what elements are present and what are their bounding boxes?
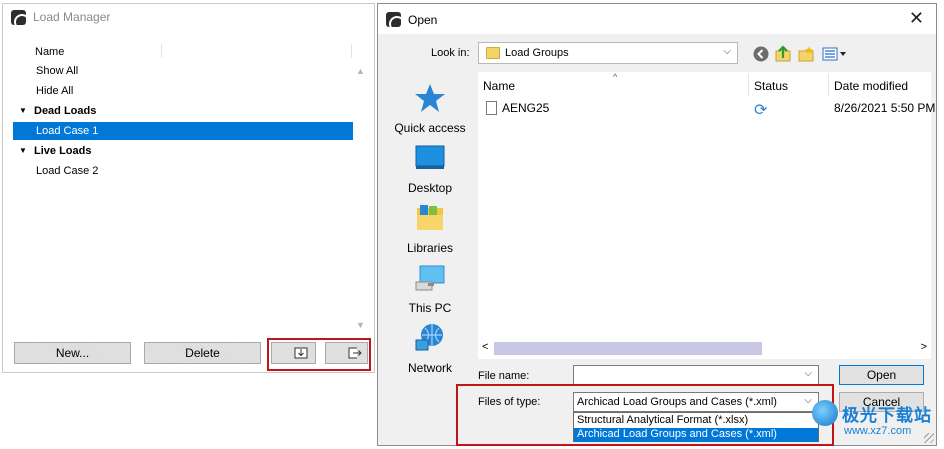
network-icon: [415, 324, 443, 351]
place-label: Quick access: [394, 121, 466, 135]
scroll-up-arrow-icon[interactable]: ▲: [356, 66, 365, 76]
tree-item-label: Hide All: [36, 85, 74, 97]
tree-item-label: Load Case 1: [36, 125, 99, 137]
highlight-box-import-export: [267, 338, 371, 371]
column-divider: [828, 74, 829, 96]
place-libraries[interactable]: Libraries: [388, 202, 472, 255]
view-menu-icon[interactable]: [821, 45, 847, 63]
tree-item-hide-all[interactable]: Hide All: [13, 82, 353, 100]
column-header-name[interactable]: Name: [483, 79, 515, 93]
archicad-app-icon: [386, 12, 401, 27]
place-label: This PC: [408, 301, 452, 315]
column-divider: [161, 44, 162, 58]
open-dialog-title: Open: [408, 13, 438, 27]
desktop-icon: [415, 145, 445, 169]
tree-item-load-case-1[interactable]: Load Case 1: [13, 122, 353, 140]
column-header-name[interactable]: Name: [35, 44, 64, 60]
sync-icon: ⟳: [754, 102, 768, 119]
tree-group-live-loads[interactable]: ▼ Live Loads: [13, 142, 353, 160]
tree-group-dead-loads[interactable]: ▼ Dead Loads: [13, 102, 353, 120]
watermark-logo-icon: [812, 400, 838, 426]
watermark-title: 极光下载站: [842, 406, 932, 425]
new-folder-icon[interactable]: [797, 45, 815, 63]
load-manager-window: Load Manager Name ▲ Show All Hide All ▼ …: [2, 3, 375, 373]
file-name-input[interactable]: ⌵: [573, 365, 819, 385]
sort-ascending-icon: ^: [613, 72, 618, 82]
open-dialog-titlebar: Open ✕: [378, 4, 936, 34]
file-list: ^ Name Status Date modified AENG25 ⟳ 8/2…: [478, 72, 935, 359]
column-header-date-modified[interactable]: Date modified: [834, 79, 908, 93]
column-divider: [748, 74, 749, 96]
tree-item-label: Show All: [36, 65, 79, 77]
look-in-value: Load Groups: [505, 47, 569, 59]
watermark: 极光下载站 www.xz7.com: [812, 398, 942, 444]
open-dialog: Open ✕ Look in: Load Groups ⌵ Quick acce…: [377, 3, 937, 446]
tree-group-label: Dead Loads: [34, 105, 97, 117]
scroll-right-arrow-icon[interactable]: >: [921, 341, 927, 353]
expand-triangle-icon[interactable]: ▼: [19, 102, 27, 120]
column-header-status[interactable]: Status: [754, 79, 788, 93]
load-manager-title: Load Manager: [33, 10, 111, 24]
file-icon: [486, 101, 497, 115]
load-manager-titlebar: Load Manager: [3, 4, 374, 30]
place-this-pc[interactable]: This PC: [388, 262, 472, 315]
file-row[interactable]: AENG25 ⟳ 8/26/2021 5:50 PM: [478, 100, 935, 120]
chevron-down-icon[interactable]: ⌵: [804, 368, 812, 379]
tree-item-load-case-2[interactable]: Load Case 2: [13, 162, 353, 180]
folder-icon: [486, 47, 500, 59]
tree-group-label: Live Loads: [34, 145, 92, 157]
look-in-label: Look in:: [431, 47, 470, 59]
archicad-app-icon: [11, 10, 26, 25]
watermark-url: www.xz7.com: [844, 425, 912, 437]
file-name: AENG25: [502, 101, 550, 115]
new-button[interactable]: New...: [14, 342, 131, 364]
scrollbar-thumb[interactable]: [494, 342, 762, 355]
libraries-icon: [417, 205, 443, 230]
load-tree: Name ▲ Show All Hide All ▼ Dead Loads Lo…: [13, 42, 365, 332]
places-bar: Quick access Desktop Libraries This PC N…: [388, 74, 472, 375]
open-button[interactable]: Open: [839, 365, 924, 385]
close-icon[interactable]: ✕: [909, 8, 924, 28]
this-pc-icon: [415, 265, 445, 291]
place-desktop[interactable]: Desktop: [388, 142, 472, 195]
star-icon: [415, 84, 445, 112]
column-divider: [351, 44, 352, 58]
file-date: 8/26/2021 5:50 PM: [834, 101, 936, 115]
place-network[interactable]: Network: [388, 322, 472, 375]
back-icon[interactable]: [752, 45, 770, 63]
tree-item-show-all[interactable]: Show All: [13, 62, 353, 80]
up-folder-icon[interactable]: [774, 45, 792, 63]
place-label: Network: [407, 361, 452, 375]
look-in-combo[interactable]: Load Groups ⌵: [478, 42, 738, 64]
tree-item-label: Load Case 2: [36, 165, 99, 177]
scroll-down-arrow-icon[interactable]: ▼: [356, 320, 365, 330]
place-quick-access[interactable]: Quick access: [388, 82, 472, 135]
expand-triangle-icon[interactable]: ▼: [19, 142, 27, 160]
chevron-down-icon: ⌵: [723, 46, 731, 57]
place-label: Desktop: [407, 181, 453, 195]
file-name-label: File name:: [478, 370, 530, 382]
horizontal-scrollbar[interactable]: < >: [478, 340, 931, 357]
delete-button[interactable]: Delete: [144, 342, 261, 364]
highlight-box-files-of-type: [456, 384, 834, 446]
place-label: Libraries: [406, 241, 454, 255]
scroll-left-arrow-icon[interactable]: <: [482, 341, 488, 353]
